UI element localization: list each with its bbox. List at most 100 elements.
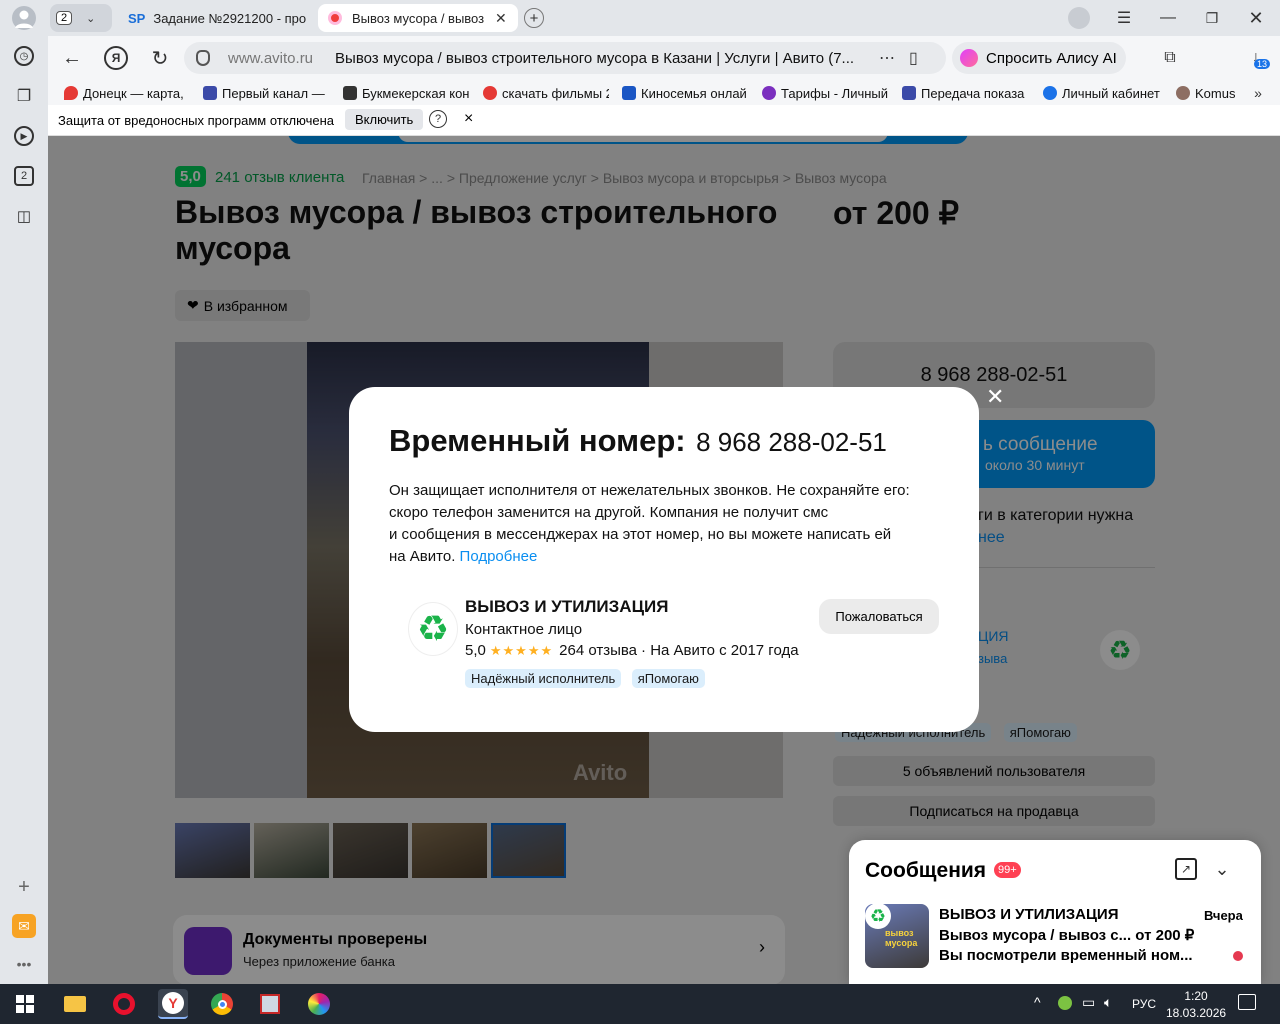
tray-app-icon[interactable] [1058,996,1072,1010]
modal-description: Он защищает исполнителя от нежелательных… [389,482,910,565]
profile-avatar[interactable] [12,6,36,30]
bookmark-item[interactable]: Донецк — карта, с [64,83,186,103]
tv-icon [203,86,217,100]
drop-icon [1043,86,1057,100]
play-icon[interactable]: ▶ [14,126,34,146]
meter-icon [902,86,916,100]
screenshot-icon[interactable]: ◫ [14,206,34,226]
seller-rating: 5,0 [465,642,486,659]
open-external-icon[interactable]: ↗ [1175,858,1197,880]
mail-icon[interactable]: ✉ [12,914,36,938]
modal-close-icon[interactable]: ✕ [986,384,1004,410]
bookmark-item[interactable]: Букмекерская кон [343,83,469,103]
alice-icon [960,49,978,67]
minimize-icon[interactable]: — [1156,6,1180,30]
history-icon[interactable]: ◷ [14,46,34,66]
messages-widget[interactable]: Сообщения 99+ ↗ ⌄ вывоз мусора ♻ ВЫВОЗ И… [849,840,1261,984]
modal-badges: Надёжный исполнитель яПомогаю [465,669,705,688]
seller-role: Контактное лицо [465,621,583,638]
bookmark-item[interactable]: Тарифы - Личный [762,83,890,103]
language-indicator[interactable]: РУС [1132,997,1156,1011]
bookmarks-more-icon[interactable]: » [1248,83,1268,103]
star-rating: ★★★★★ [489,642,554,658]
yandex-browser-icon[interactable]: Y [158,989,188,1019]
clock-date: 18.03.2026 [1166,1006,1227,1020]
bookmarks-bar: Донецк — карта, с Первый канал — с Букме… [48,80,1280,105]
chat-subject: Вывоз мусора / вывоз с... от 200 ₽ [939,927,1195,944]
komus-icon [1176,86,1190,100]
chat-preview: Вы посмотрели временный ном... [939,947,1193,964]
tab-task[interactable]: SP Задание №2921200 - про [118,4,314,32]
tab-avito[interactable]: Вывоз мусора / вывоз ✕ [318,4,518,32]
bookmark-item[interactable]: Komus [1176,83,1238,103]
infobar-close-icon[interactable]: × [464,110,473,128]
alice-label: Спросить Алису AI [986,49,1117,67]
clock[interactable]: 1:20 18.03.2026 [1166,988,1226,1022]
reload-icon[interactable]: ↻ [148,46,172,70]
file-explorer-icon[interactable] [60,989,90,1019]
seller-avatar[interactable]: ♻ [409,603,457,655]
help-icon[interactable]: ? [429,110,447,128]
yandex-icon[interactable]: Я [104,46,128,70]
seller-reviews[interactable]: 264 отзыва [559,642,637,659]
report-button[interactable]: Пожаловаться [819,599,939,634]
recycle-small-icon: ♻ [865,903,891,929]
enable-protection-button[interactable]: Включить [345,109,424,130]
messages-title: Сообщения [865,859,987,882]
sidebar-counter-icon[interactable]: 2 [14,166,34,186]
network-icon[interactable]: ▭ [1082,994,1095,1011]
modal-title-label: Временный номер: [389,423,686,458]
collections-icon[interactable]: ❐ [14,86,34,106]
close-window-icon[interactable]: ✕ [1244,6,1268,30]
bookmark-item[interactable]: Личный кабинет [1043,83,1165,103]
bookmark-item[interactable]: Киносемья онлай [622,83,750,103]
tray-chevron-icon[interactable]: ^ [1034,994,1041,1010]
opera-icon[interactable] [109,989,139,1019]
address-bar[interactable]: www.avito.ru Вывоз мусора / вывоз строит… [184,42,946,74]
help-badge: яПомогаю [631,669,705,688]
unread-dot [1233,951,1243,961]
modal-phone: 8 968 288-02-51 [696,427,887,457]
tab-close-icon[interactable]: ✕ [495,10,507,27]
yandex-search-icon [483,86,497,100]
menu-icon[interactable]: ☰ [1112,6,1136,30]
notifications-icon[interactable] [1238,994,1256,1010]
extensions-icon[interactable]: ⧉ [1158,46,1182,70]
color-app-icon[interactable] [304,989,334,1019]
account-icon[interactable] [1068,7,1090,29]
new-tab-icon[interactable]: + [524,8,544,28]
tab-avito-title: Вывоз мусора / вывоз [352,10,485,26]
screenshot-tool-icon[interactable] [255,989,285,1019]
monitor-icon [622,86,636,100]
temporary-number-modal: Временный номер: 8 968 288-02-51 Он защи… [349,387,979,732]
browser-sidebar [0,0,48,984]
bookmark-item[interactable]: Передача показа [902,83,1032,103]
chevron-down-icon: ⌄ [86,12,96,25]
bookmark-item[interactable]: скачать фильмы 2 [483,83,609,103]
bookmark-item[interactable]: Первый канал — с [203,83,327,103]
downloads-badge: 13 [1254,59,1271,69]
address-page-title: Вывоз мусора / вывоз строительного мусор… [335,49,855,67]
infobar-text: Защита от вредоносных программ отключена [58,113,335,128]
chat-name: ВЫВОЗ И УТИЛИЗАЦИЯ [939,906,1119,923]
restore-icon[interactable]: ❐ [1200,6,1224,30]
windows-start-icon[interactable] [10,989,40,1019]
more-icon[interactable]: ••• [14,956,34,972]
bookmark-icon[interactable]: ▯ [909,48,918,68]
more-link[interactable]: Подробнее [460,548,538,565]
tab-counter[interactable]: 2 ⌄ [50,4,112,32]
modal-title: Временный номер: 8 968 288-02-51 [389,423,887,459]
chat-time: Вчера [1204,908,1243,923]
seller-rating-row: 5,0 ★★★★★ 264 отзыва · На Авито с 2017 г… [465,642,799,659]
alice-button[interactable]: Спросить Алису AI [952,42,1126,74]
site-info-icon[interactable] [196,50,210,66]
more-dots-icon[interactable]: ⋯ [879,48,895,68]
add-panel-icon[interactable]: + [14,876,34,898]
tab-task-icon: SP [128,10,146,26]
chrome-icon[interactable] [207,989,237,1019]
avito-tab-icon [328,11,342,25]
seller-name[interactable]: ВЫВОЗ И УТИЛИЗАЦИЯ [465,597,668,617]
volume-icon[interactable]: 🔈︎ [1104,994,1112,1011]
back-icon[interactable]: ← [60,46,84,70]
collapse-chevron-icon[interactable]: ⌄ [1211,858,1233,880]
